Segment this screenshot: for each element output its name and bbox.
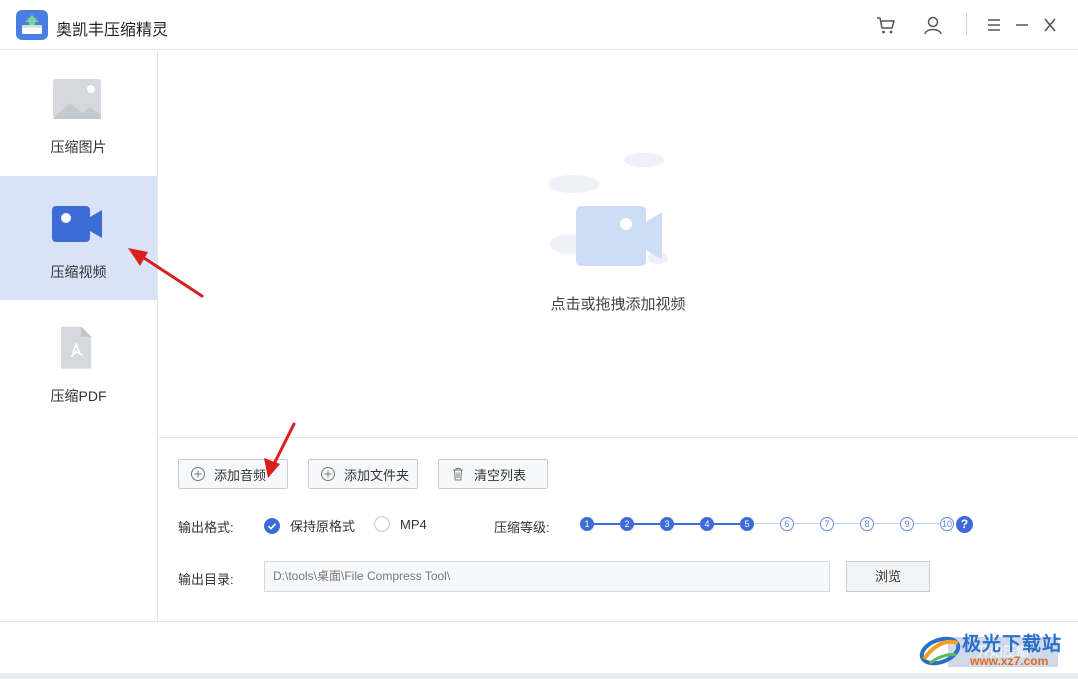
taskbar-strip	[0, 673, 1078, 679]
sidebar-item-label: 压缩视频	[50, 264, 107, 280]
help-icon[interactable]: ?	[956, 516, 973, 533]
level-step-1[interactable]: 1	[580, 517, 594, 531]
drop-hint-text: 点击或拖拽添加视频	[550, 296, 686, 313]
radio-label: MP4	[400, 516, 427, 532]
output-dir-input[interactable]: D:\tools\桌面\File Compress Tool\	[264, 561, 830, 592]
clear-list-label: 清空列表	[474, 467, 527, 483]
radio-label: 保持原格式	[290, 519, 356, 534]
controls-panel: 添加音频 添加文件夹 清空列表 输出格式: 保持原格式 MP4 压缩等级: 1 2…	[158, 437, 1078, 621]
unchecked-radio-icon	[374, 516, 390, 532]
sidebar: 压缩图片 压缩视频 压缩PDF	[0, 51, 158, 621]
radio-mp4[interactable]: MP4	[374, 516, 427, 532]
pdf-icon	[61, 326, 92, 369]
user-icon[interactable]	[921, 13, 945, 37]
level-step-9[interactable]: 9	[900, 517, 914, 531]
menu-icon[interactable]	[982, 13, 1006, 37]
app-logo-icon	[16, 10, 48, 40]
checked-radio-icon	[264, 517, 280, 534]
watermark-logo-icon	[919, 636, 961, 666]
video-placeholder-icon	[548, 153, 668, 266]
sidebar-item-label: 压缩PDF	[50, 388, 107, 404]
title-bar-divider	[966, 13, 967, 35]
footer-bar: 开始压缩 极光下载站 www.xz7.com	[0, 621, 1078, 673]
radio-keep-format[interactable]: 保持原格式	[264, 516, 355, 535]
plus-circle-icon	[191, 467, 205, 481]
clear-list-button[interactable]: 清空列表	[438, 459, 548, 489]
trash-icon	[453, 468, 463, 481]
close-icon[interactable]	[1038, 13, 1062, 37]
output-dir-label: 输出目录:	[178, 572, 234, 587]
cart-icon[interactable]	[874, 13, 898, 37]
browse-button[interactable]: 浏览	[846, 561, 930, 592]
plus-circle-icon	[321, 467, 335, 481]
sidebar-item-compress-image[interactable]: 压缩图片	[0, 51, 157, 175]
level-track-empty	[747, 523, 947, 524]
compression-level-label: 压缩等级:	[494, 520, 550, 535]
title-bar: 奥凯丰压缩精灵	[0, 0, 1078, 50]
sidebar-item-compress-video[interactable]: 压缩视频	[0, 176, 157, 300]
level-step-5[interactable]: 5	[740, 517, 754, 531]
app-title: 奥凯丰压缩精灵	[56, 22, 169, 39]
image-icon	[53, 79, 101, 119]
sidebar-item-compress-pdf[interactable]: 压缩PDF	[0, 300, 157, 424]
level-step-2[interactable]: 2	[620, 517, 634, 531]
minimize-icon[interactable]	[1010, 13, 1034, 37]
level-step-10[interactable]: 10	[940, 517, 954, 531]
sidebar-item-label: 压缩图片	[50, 139, 107, 155]
watermark: 极光下载站 www.xz7.com	[918, 625, 1076, 673]
add-folder-button[interactable]: 添加文件夹	[308, 459, 418, 489]
level-step-8[interactable]: 8	[860, 517, 874, 531]
add-folder-label: 添加文件夹	[344, 467, 410, 483]
level-step-6[interactable]: 6	[780, 517, 794, 531]
add-audio-label: 添加音频	[214, 467, 267, 483]
add-audio-button[interactable]: 添加音频	[178, 459, 288, 489]
output-format-label: 输出格式:	[178, 520, 234, 535]
video-drop-zone[interactable]: 点击或拖拽添加视频	[158, 51, 1078, 437]
level-step-4[interactable]: 4	[700, 517, 714, 531]
level-step-3[interactable]: 3	[660, 517, 674, 531]
watermark-url: www.xz7.com	[970, 654, 1049, 668]
level-step-7[interactable]: 7	[820, 517, 834, 531]
watermark-name: 极光下载站	[962, 634, 1063, 655]
video-icon	[52, 206, 102, 242]
